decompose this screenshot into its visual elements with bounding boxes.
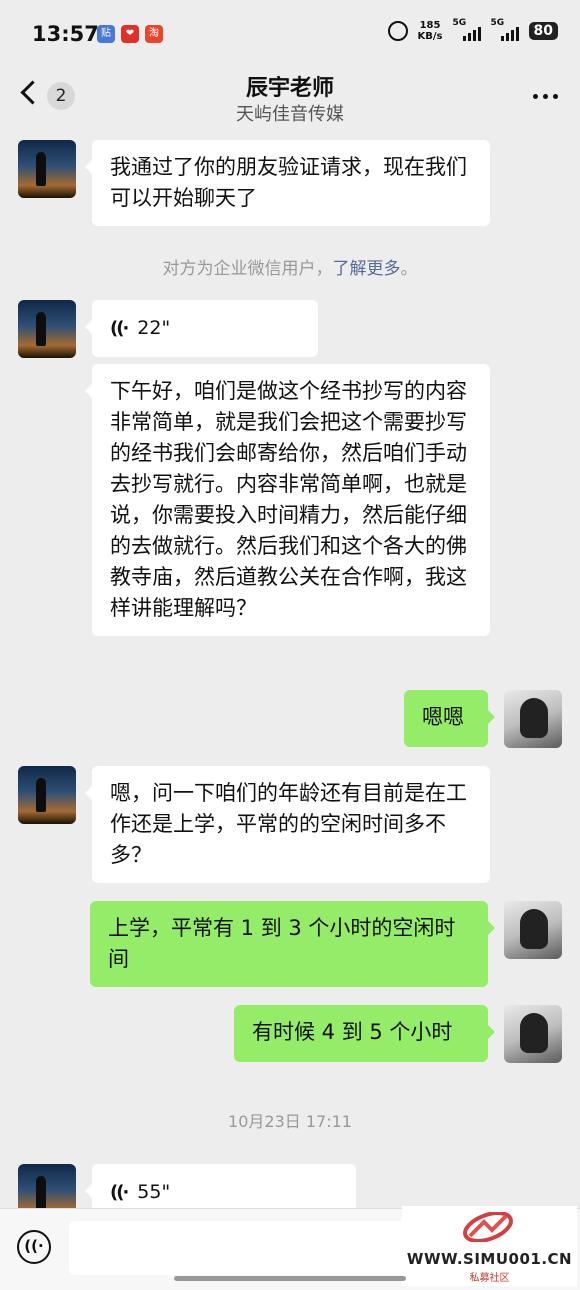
- chat-timestamp: 10月23日 17:11: [228, 1112, 352, 1131]
- system-note: 对方为企业微信用户，了解更多。: [162, 259, 418, 279]
- message-bubble-outgoing[interactable]: 上学，平常有 1 到 3 个小时的空闲时间: [90, 901, 495, 987]
- watermark: WWW.SIMU001.CN 私募社区: [402, 1206, 577, 1286]
- app-notify-icon: 贴: [97, 25, 115, 43]
- my-avatar[interactable]: [504, 690, 562, 748]
- net-speed: 185 KB/s: [417, 20, 443, 42]
- app-notify-icon: ❤: [121, 25, 139, 43]
- voice-duration: 22": [137, 317, 171, 339]
- voice-wave-icon: ((·: [110, 1182, 129, 1203]
- watermark-logo-icon: [463, 1212, 513, 1242]
- status-time: 13:57: [32, 22, 99, 46]
- my-avatar[interactable]: [504, 901, 562, 959]
- signal-icon: 5G: [453, 18, 481, 41]
- home-indicator[interactable]: [174, 1276, 406, 1281]
- message-bubble-incoming[interactable]: 下午好，咱们是做这个经书抄写的内容非常简单，就是我们会把这个需要抄写的经书我们会…: [85, 364, 490, 636]
- message-bubble-incoming[interactable]: 我通过了你的朋友验证请求，现在我们可以开始聊天了: [85, 140, 490, 226]
- watermark-sub: 私募社区: [469, 1273, 510, 1284]
- message-bubble-incoming[interactable]: 嗯，问一下咱们的年龄还有目前是在工作还是上学，平常的的空闲时间多不多？: [85, 766, 490, 883]
- teacher-avatar[interactable]: [18, 300, 76, 358]
- voice-toggle-icon[interactable]: ((·: [17, 1230, 51, 1264]
- app-notify-icon: 淘: [145, 25, 163, 43]
- voice-wave-icon: ((·: [110, 318, 129, 339]
- signal-icon: 5G: [491, 18, 519, 41]
- status-bar: 13:57 贴 ❤ 淘 185 KB/s 5G 5G 80: [0, 0, 580, 66]
- more-options-icon[interactable]: [533, 94, 558, 99]
- my-avatar[interactable]: [504, 1005, 562, 1063]
- chat-subtitle: 天屿佳音传媒: [236, 104, 344, 125]
- chat-header: 2 辰宇老师 天屿佳音传媒: [0, 66, 580, 132]
- voice-duration: 55": [137, 1181, 171, 1203]
- notification-icons: 贴 ❤ 淘: [97, 25, 163, 43]
- voice-message-bubble[interactable]: ((· 22": [85, 300, 318, 357]
- watermark-url: WWW.SIMU001.CN: [406, 1250, 573, 1268]
- message-bubble-outgoing[interactable]: 有时候 4 到 5 个小时: [234, 1005, 495, 1062]
- alarm-icon: [387, 21, 408, 41]
- message-bubble-outgoing[interactable]: 嗯嗯: [404, 690, 495, 747]
- chat-title: 辰宇老师: [245, 76, 334, 101]
- battery-icon: 80: [528, 22, 558, 40]
- teacher-avatar[interactable]: [18, 766, 76, 824]
- learn-more-link[interactable]: 了解更多: [333, 259, 401, 279]
- teacher-avatar[interactable]: [18, 140, 76, 198]
